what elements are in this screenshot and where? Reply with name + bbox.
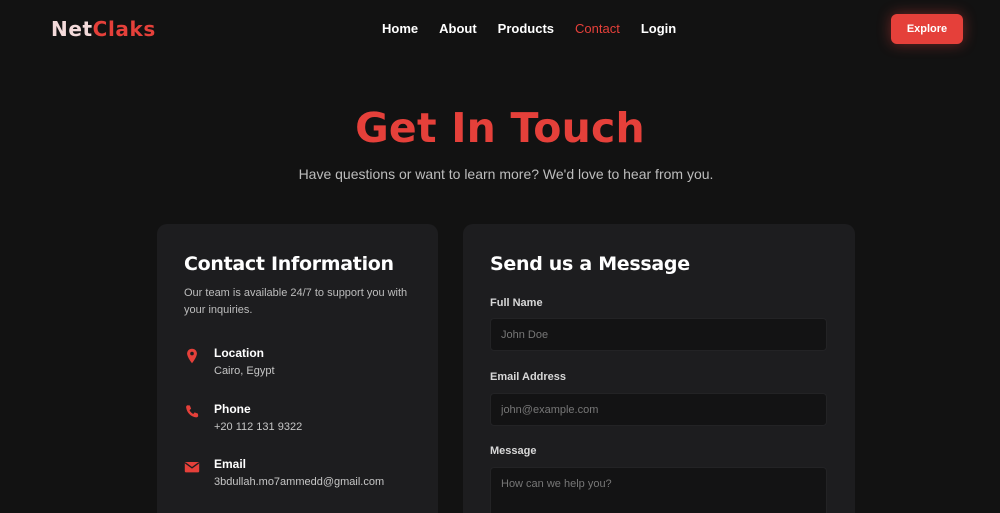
brand-name-part2: Claks [92, 17, 156, 41]
location-pin-icon [187, 348, 197, 364]
full-name-label: Full Name [490, 297, 543, 309]
page-title: Get In Touch [355, 104, 645, 152]
email-label: Email Address [490, 371, 567, 383]
message-form-card: Send us a Message Full Name Email Addres… [463, 224, 855, 513]
contact-item-label: Location [214, 346, 264, 360]
contact-page: NetClaks Home About Products Contact Log… [0, 0, 1000, 513]
brand-logo[interactable]: NetClaks [51, 17, 156, 41]
nav-link-home[interactable]: Home [382, 21, 418, 36]
brand-name-part1: Net [51, 17, 93, 41]
contact-info-description: Our team is available 24/7 to support yo… [184, 287, 408, 316]
contact-info-card: Contact Information Our team is availabl… [157, 224, 438, 513]
full-name-input[interactable] [490, 318, 827, 351]
nav-links: Home About Products Contact Login [382, 21, 697, 36]
message-label: Message [490, 445, 537, 457]
email-input[interactable] [490, 393, 827, 426]
phone-icon [186, 405, 199, 418]
message-textarea[interactable] [490, 467, 827, 513]
navbar: NetClaks Home About Products Contact Log… [0, 0, 1000, 58]
contact-item-label: Phone [214, 402, 251, 416]
contact-info-title: Contact Information [184, 253, 394, 275]
nav-link-about[interactable]: About [439, 21, 477, 36]
page-subtitle: Have questions or want to learn more? We… [298, 166, 714, 182]
envelope-icon [184, 462, 200, 473]
nav-link-contact[interactable]: Contact [575, 21, 620, 36]
contact-item-label: Email [214, 457, 247, 471]
explore-button[interactable]: Explore [891, 14, 963, 44]
message-form-title: Send us a Message [490, 253, 690, 275]
contact-item-value: +20 112 131 9322 [214, 421, 303, 433]
contact-item-value: Cairo, Egypt [214, 365, 275, 377]
nav-link-products[interactable]: Products [498, 21, 554, 36]
contact-item-value: 3bdullah.mo7ammedd@gmail.com [214, 476, 385, 488]
nav-link-login[interactable]: Login [641, 21, 676, 36]
